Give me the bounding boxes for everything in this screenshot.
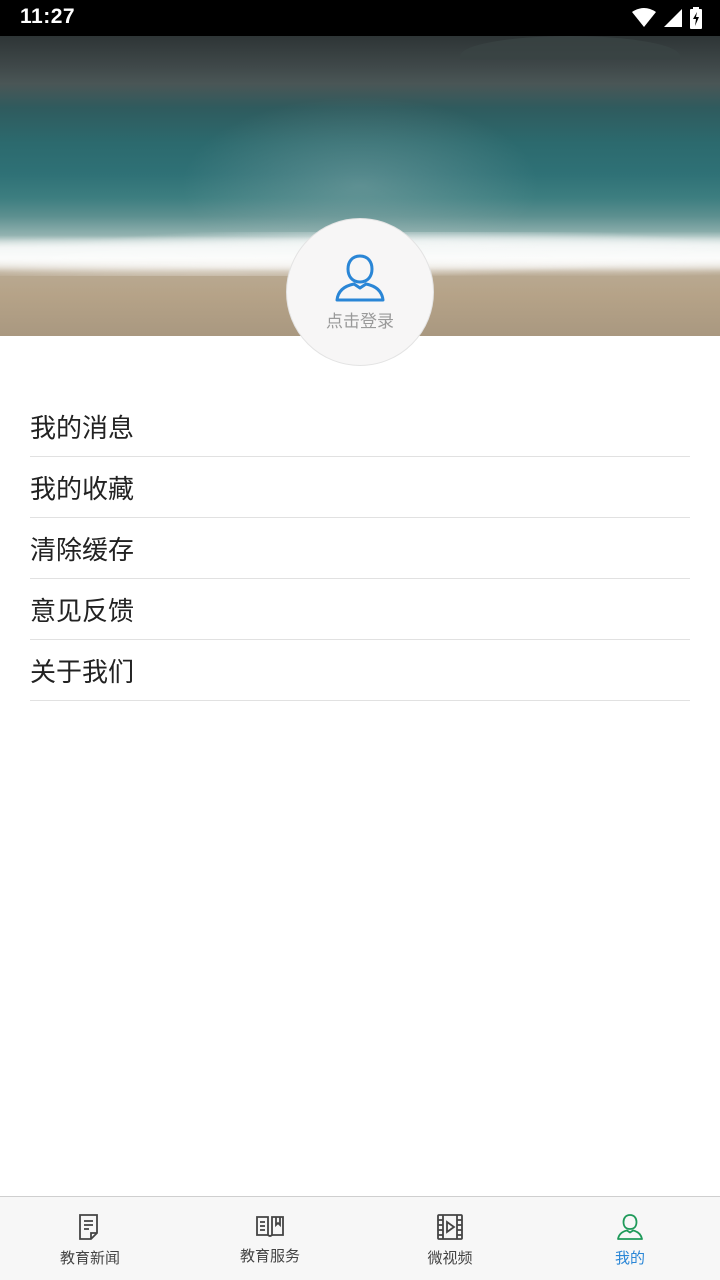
status-bar: 11:27 — [0, 0, 720, 36]
menu-item-messages[interactable]: 我的消息 — [30, 396, 690, 457]
login-avatar-button[interactable]: 点击登录 — [286, 218, 434, 366]
menu-item-about-us[interactable]: 关于我们 — [30, 640, 690, 701]
menu-item-clear-cache[interactable]: 清除缓存 — [30, 518, 690, 579]
tab-education-services[interactable]: 教育服务 — [180, 1197, 360, 1280]
tab-micro-video[interactable]: 微视频 — [360, 1197, 540, 1280]
user-icon — [617, 1214, 643, 1240]
tab-education-news[interactable]: 教育新闻 — [0, 1197, 180, 1280]
signal-icon — [664, 9, 682, 27]
bottom-nav: 教育新闻 教育服务 微视频 我的 — [0, 1196, 720, 1280]
news-icon — [79, 1214, 98, 1240]
profile-menu: 我的消息 我的收藏 清除缓存 意见反馈 关于我们 — [30, 396, 690, 701]
menu-item-feedback[interactable]: 意见反馈 — [30, 579, 690, 640]
tab-label: 微视频 — [427, 1249, 473, 1267]
tab-label: 我的 — [614, 1249, 645, 1267]
banner-mountain — [460, 36, 680, 60]
login-label: 点击登录 — [326, 312, 394, 332]
status-time: 11:27 — [20, 5, 76, 28]
menu-item-favorites[interactable]: 我的收藏 — [30, 457, 690, 518]
status-icons — [632, 7, 702, 29]
user-avatar-icon — [335, 254, 385, 302]
tab-mine[interactable]: 我的 — [540, 1197, 720, 1280]
tab-label: 教育新闻 — [59, 1249, 120, 1267]
wifi-icon — [632, 8, 656, 27]
book-icon — [256, 1216, 284, 1237]
battery-icon — [690, 7, 702, 29]
tab-label: 教育服务 — [239, 1247, 300, 1265]
video-icon — [437, 1214, 463, 1240]
